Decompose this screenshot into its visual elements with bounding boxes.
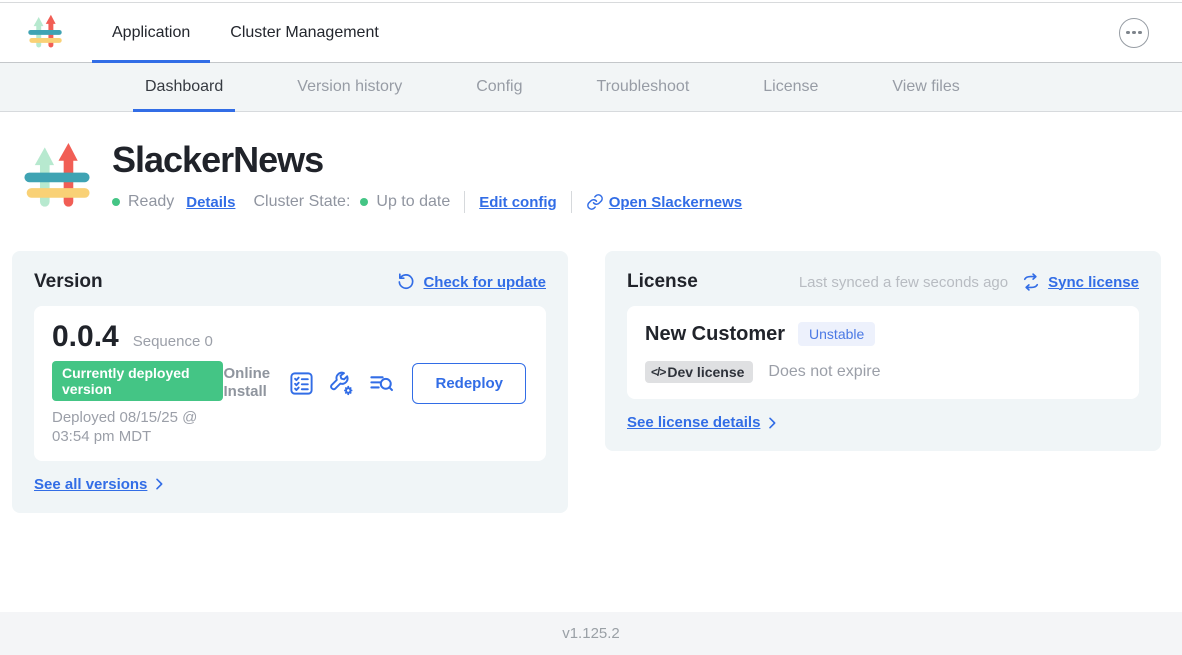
slackernews-logo-icon xyxy=(26,11,64,55)
version-card: Version Check for update 0.0.4 Sequence … xyxy=(12,251,568,513)
license-type-label: Dev license xyxy=(667,364,744,380)
page-title: SlackerNews xyxy=(112,139,742,181)
ellipsis-menu-button[interactable] xyxy=(1119,18,1149,48)
license-panel: New Customer Unstable </> Dev license Do… xyxy=(627,306,1139,399)
header-tabs: Application Cluster Management xyxy=(92,3,399,62)
app-status-row: Ready Details Cluster State: Up to date … xyxy=(112,191,742,213)
license-type-badge: </> Dev license xyxy=(645,361,753,383)
divider xyxy=(464,191,465,213)
check-for-update-label: Check for update xyxy=(423,274,546,291)
license-expiry-text: Does not expire xyxy=(768,363,880,381)
cluster-state-label: Cluster State: xyxy=(253,193,350,211)
link-icon xyxy=(586,193,604,211)
subnav-tab-license-label: License xyxy=(763,78,818,96)
redeploy-button[interactable]: Redeploy xyxy=(412,363,526,404)
tab-application-label: Application xyxy=(112,24,190,42)
ellipsis-dot xyxy=(1126,31,1130,35)
chevron-right-icon xyxy=(764,415,780,431)
customer-name: New Customer xyxy=(645,323,785,346)
preflight-checks-icon[interactable] xyxy=(288,370,315,397)
code-icon: </> xyxy=(651,365,665,379)
open-app-link[interactable]: Open Slackernews xyxy=(586,193,742,211)
version-sequence: Sequence 0 xyxy=(133,333,213,350)
version-card-title: Version xyxy=(34,271,103,293)
sync-license-link[interactable]: Sync license xyxy=(1021,272,1139,292)
logs-icon[interactable] xyxy=(368,370,395,397)
app-heading: SlackerNews Ready Details Cluster State:… xyxy=(0,112,1182,222)
divider xyxy=(571,191,572,213)
chevron-right-icon xyxy=(151,476,167,492)
subnav-tab-license[interactable]: License xyxy=(751,63,830,111)
see-license-details-link[interactable]: See license details xyxy=(627,414,760,431)
ellipsis-dot xyxy=(1138,31,1142,35)
current-version-panel: 0.0.4 Sequence 0 Currently deployed vers… xyxy=(34,306,546,461)
see-all-versions-link[interactable]: See all versions xyxy=(34,476,147,493)
cluster-state-dot xyxy=(360,198,368,206)
config-wrench-icon[interactable] xyxy=(328,370,355,397)
slackernews-app-logo xyxy=(20,135,94,222)
subnav-tab-config[interactable]: Config xyxy=(464,63,534,111)
tab-cluster-management-label: Cluster Management xyxy=(230,24,379,42)
subnav-tab-config-label: Config xyxy=(476,78,522,96)
edit-config-link[interactable]: Edit config xyxy=(479,194,557,211)
open-app-link-label: Open Slackernews xyxy=(609,194,742,211)
subnav-tab-version-history-label: Version history xyxy=(297,78,402,96)
deployed-badge: Currently deployed version xyxy=(52,361,223,401)
app-status-dot xyxy=(112,198,120,206)
subnav-tab-dashboard[interactable]: Dashboard xyxy=(133,63,235,111)
console-version: v1.125.2 xyxy=(562,625,620,642)
license-card-title: License xyxy=(627,271,698,293)
last-synced-text: Last synced a few seconds ago xyxy=(799,274,1008,291)
details-link[interactable]: Details xyxy=(186,194,235,211)
subnav-tab-version-history[interactable]: Version history xyxy=(285,63,414,111)
deployed-timestamp: Deployed 08/15/25 @ 03:54 pm MDT xyxy=(52,409,223,447)
top-header: Application Cluster Management xyxy=(0,3,1182,63)
ellipsis-dot xyxy=(1132,31,1136,35)
channel-badge: Unstable xyxy=(798,322,875,346)
app-status-text: Ready xyxy=(128,193,174,211)
sync-license-label: Sync license xyxy=(1048,274,1139,291)
refresh-icon xyxy=(396,272,416,292)
app-subnav: Dashboard Version history Config Trouble… xyxy=(0,63,1182,112)
tab-application[interactable]: Application xyxy=(92,3,210,62)
check-for-update-link[interactable]: Check for update xyxy=(396,272,546,292)
dashboard-cards: Version Check for update 0.0.4 Sequence … xyxy=(0,251,1182,513)
license-card: License Last synced a few seconds ago Sy… xyxy=(605,251,1161,451)
install-type-label: Online Install xyxy=(223,365,275,403)
app-footer: v1.125.2 xyxy=(0,612,1182,655)
subnav-tab-view-files[interactable]: View files xyxy=(880,63,971,111)
sync-icon xyxy=(1021,272,1041,292)
cluster-state-value: Up to date xyxy=(376,193,450,211)
tab-cluster-management[interactable]: Cluster Management xyxy=(210,3,399,62)
subnav-tab-view-files-label: View files xyxy=(892,78,959,96)
subnav-tab-troubleshoot-label: Troubleshoot xyxy=(596,78,689,96)
subnav-tab-troubleshoot[interactable]: Troubleshoot xyxy=(584,63,701,111)
version-number: 0.0.4 xyxy=(52,320,119,354)
subnav-tab-dashboard-label: Dashboard xyxy=(145,78,223,96)
